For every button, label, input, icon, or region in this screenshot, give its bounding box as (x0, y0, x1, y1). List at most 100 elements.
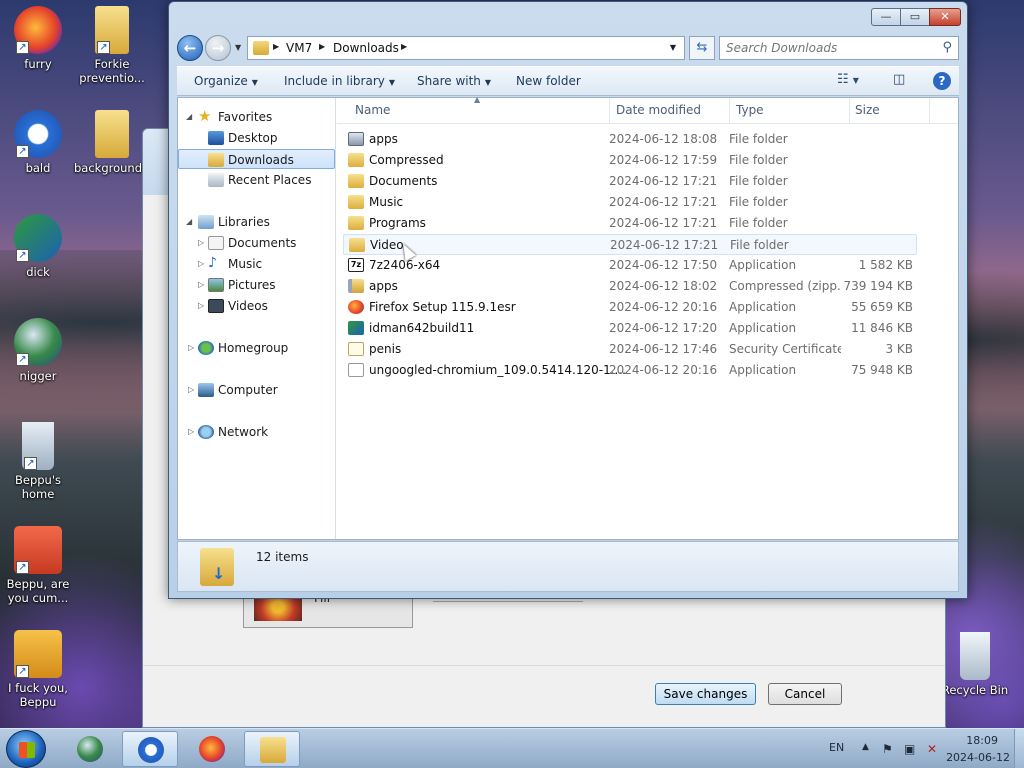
back-button[interactable]: ← (177, 35, 203, 61)
collapsed-arrow-icon[interactable]: ▷ (188, 338, 194, 358)
shortcut-arrow-icon: ↗ (16, 561, 29, 574)
organize-menu[interactable]: Organize ▼ (194, 74, 258, 88)
table-row[interactable]: idman642build11 2024-06-12 17:20 Applica… (343, 318, 917, 339)
taskbar-globe-app[interactable] (62, 731, 118, 767)
taskbar-firefox[interactable] (184, 731, 240, 767)
desktop-icon-forkie[interactable]: ↗ Forkie preventio... (74, 6, 150, 85)
table-row[interactable]: Music 2024-06-12 17:21 File folder (343, 192, 917, 213)
firefox-shortcut-icon: ↗ (14, 6, 62, 54)
breadcrumb-vm7[interactable]: VM7 (286, 41, 312, 55)
language-indicator[interactable]: EN (829, 741, 844, 754)
nav-music[interactable]: ▷ ♪ Music (178, 254, 335, 274)
file-name: Programs (369, 216, 426, 230)
table-row[interactable]: 7z 7z2406-x64 2024-06-12 17:50 Applicati… (343, 255, 917, 276)
desktop-icon-i-fuck-you[interactable]: ↗ I fuck you, Beppu (0, 630, 76, 709)
desktop-icon-dick[interactable]: ↗ dick (0, 214, 76, 279)
nav-libraries[interactable]: ◢ Libraries (178, 212, 335, 232)
table-row[interactable]: apps 2024-06-12 18:08 File folder (343, 129, 917, 150)
nav-videos[interactable]: ▷ Videos (178, 296, 335, 316)
nav-homegroup[interactable]: ▷ Homegroup (178, 338, 335, 358)
nav-recent-places[interactable]: Recent Places (178, 170, 335, 190)
collapsed-arrow-icon[interactable]: ▷ (198, 254, 204, 274)
table-row[interactable]: apps 2024-06-12 18:02 Compressed (zipp..… (343, 276, 917, 297)
table-row[interactable]: Compressed 2024-06-12 17:59 File folder (343, 150, 917, 171)
show-hidden-icons-icon[interactable]: ▲ (862, 742, 869, 752)
change-view-icon[interactable]: ☷ ▼ (837, 72, 859, 87)
table-row[interactable]: Programs 2024-06-12 17:21 File folder (343, 213, 917, 234)
column-divider[interactable] (849, 98, 850, 124)
desktop-icon-recycle-bin[interactable]: Recycle Bin (937, 632, 1013, 697)
expanded-arrow-icon[interactable]: ◢ (186, 212, 192, 232)
nav-network[interactable]: ▷ Network (178, 422, 335, 442)
desktop-icon-beppus-home[interactable]: ↗ Beppu's home (0, 422, 76, 501)
column-name[interactable]: Name (355, 103, 390, 117)
recent-pages-dropdown-icon[interactable]: ▼ (235, 43, 241, 52)
collapsed-arrow-icon[interactable]: ▷ (198, 275, 204, 295)
file-date: 2024-06-12 17:50 (609, 258, 718, 272)
breadcrumb-separator-icon[interactable]: ▶ (319, 42, 325, 51)
taskbar-explorer[interactable] (244, 731, 300, 767)
column-size[interactable]: Size (855, 103, 880, 117)
nav-computer[interactable]: ▷ Computer (178, 380, 335, 400)
chevron-down-icon: ▼ (388, 78, 396, 87)
breadcrumb-downloads[interactable]: Downloads (333, 41, 399, 55)
share-with-menu[interactable]: Share with ▼ (417, 74, 491, 88)
column-date-modified[interactable]: Date modified (616, 103, 701, 117)
nav-desktop[interactable]: Desktop (178, 128, 335, 148)
desktop-icon-label: I fuck you, Beppu (8, 681, 68, 709)
nav-pictures[interactable]: ▷ Pictures (178, 275, 335, 295)
collapsed-arrow-icon[interactable]: ▷ (188, 380, 194, 400)
include-in-library-menu[interactable]: Include in library ▼ (284, 74, 395, 88)
help-icon[interactable]: ? (933, 72, 951, 90)
network-status-icon[interactable]: ▣ (904, 742, 915, 756)
table-row[interactable]: ungoogled-chromium_109.0.5414.120-1.... … (343, 360, 917, 381)
cancel-button[interactable]: Cancel (768, 683, 842, 705)
nav-favorites-label: Favorites (218, 110, 273, 124)
address-bar[interactable]: ▶ VM7 ▶ Downloads ▶ ▼ (247, 36, 685, 60)
save-changes-button[interactable]: Save changes (655, 683, 756, 705)
table-row[interactable]: Video 2024-06-12 17:21 File folder (343, 234, 917, 255)
column-type[interactable]: Type (736, 103, 764, 117)
file-type: Security Certificate (729, 342, 841, 356)
action-center-flag-icon[interactable]: ⚑ (882, 742, 893, 756)
table-row[interactable]: penis 2024-06-12 17:46 Security Certific… (343, 339, 917, 360)
nav-documents[interactable]: ▷ Documents (178, 233, 335, 253)
desktop-icon-nigger[interactable]: ↗ nigger (0, 318, 76, 383)
volume-muted-icon[interactable]: ✕ (927, 742, 937, 756)
taskbar-chromium[interactable] (122, 731, 178, 767)
column-divider[interactable] (729, 98, 730, 124)
desktop-icon-label: Beppu, are you cum... (6, 577, 70, 605)
collapsed-arrow-icon[interactable]: ▷ (198, 233, 204, 253)
collapsed-arrow-icon[interactable]: ▷ (198, 296, 204, 316)
desktop-icon-bald[interactable]: ↗ bald (0, 110, 76, 175)
breadcrumb-separator-icon[interactable]: ▶ (401, 42, 407, 51)
breadcrumb-separator-icon[interactable]: ▶ (273, 42, 279, 51)
new-folder-button[interactable]: New folder (516, 74, 581, 88)
search-input[interactable] (720, 37, 930, 59)
forward-button[interactable]: → (205, 35, 231, 61)
show-desktop-button[interactable] (1014, 729, 1024, 768)
close-button[interactable]: ✕ (929, 8, 961, 26)
file-date: 2024-06-12 20:16 (609, 363, 718, 377)
search-icon[interactable]: ⚲ (942, 40, 952, 55)
desktop-icon-beppu-are-you[interactable]: ↗ Beppu, are you cum... (0, 526, 76, 605)
table-row[interactable]: Documents 2024-06-12 17:21 File folder (343, 171, 917, 192)
column-divider[interactable] (929, 98, 930, 124)
preview-pane-icon[interactable]: ◫ (893, 72, 905, 87)
start-button[interactable] (6, 730, 46, 768)
nav-downloads[interactable]: Downloads (178, 149, 335, 169)
collapsed-arrow-icon[interactable]: ▷ (188, 422, 194, 442)
column-divider[interactable] (609, 98, 610, 124)
maximize-button[interactable]: ▭ (900, 8, 930, 26)
clock-time[interactable]: 18:09 (966, 734, 998, 747)
desktop-icon-background[interactable]: background... (74, 110, 153, 175)
refresh-button[interactable]: ⇆ (689, 36, 715, 60)
clock-date[interactable]: 2024-06-12 (946, 751, 1010, 764)
minimize-button[interactable]: — (871, 8, 901, 26)
address-history-dropdown-icon[interactable]: ▼ (670, 43, 676, 52)
nav-favorites[interactable]: ◢ ★ Favorites (178, 107, 335, 127)
expanded-arrow-icon[interactable]: ◢ (186, 107, 192, 127)
desktop-icon-furry[interactable]: ↗ furry (0, 6, 76, 71)
star-icon: ★ (198, 107, 212, 125)
table-row[interactable]: Firefox Setup 115.9.1esr 2024-06-12 20:1… (343, 297, 917, 318)
